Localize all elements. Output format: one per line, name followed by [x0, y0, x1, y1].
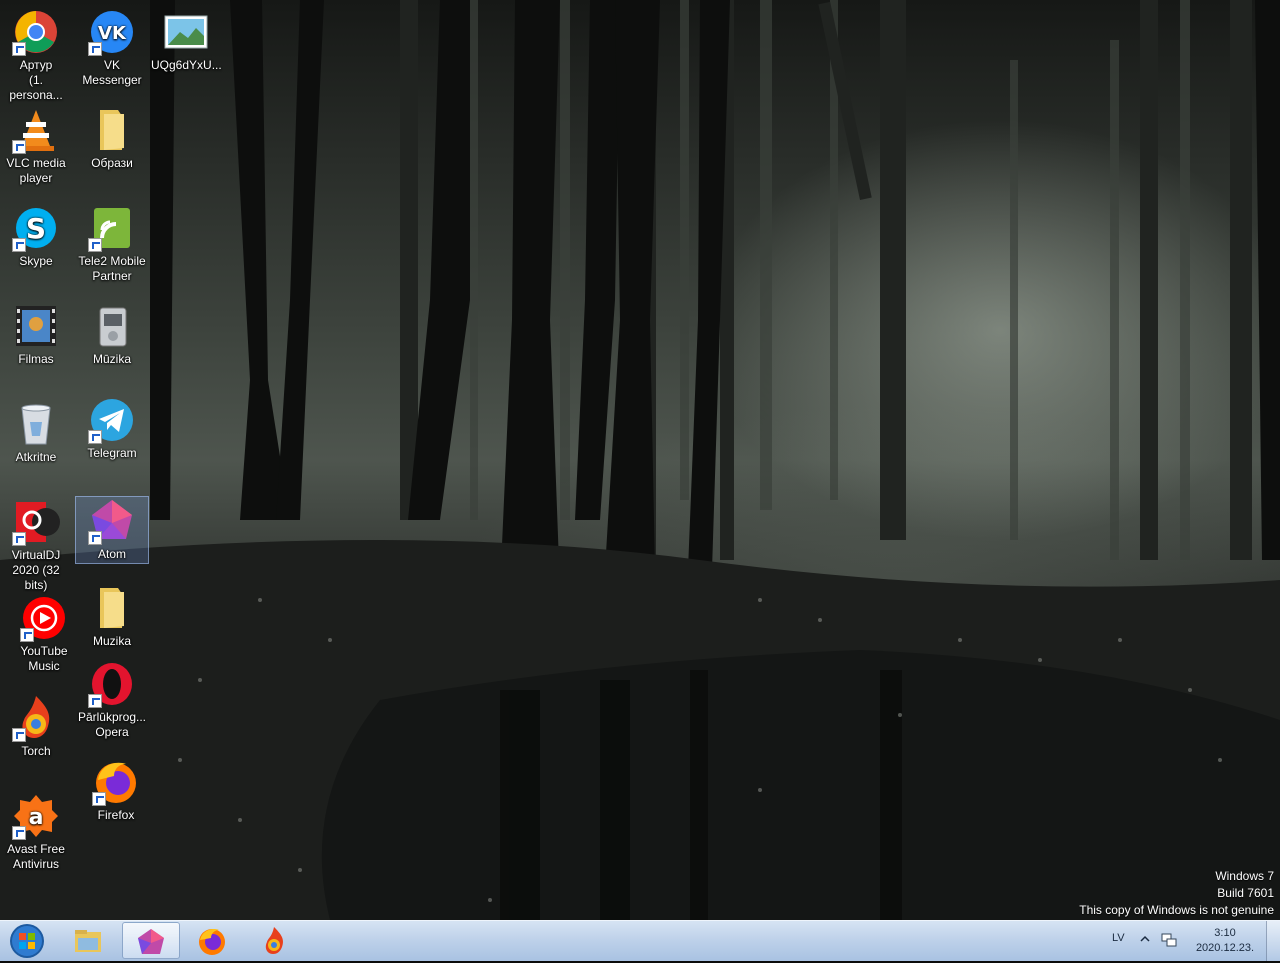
icon-label: Avast Free Antivirus	[7, 842, 65, 871]
icon-label: Filmas	[18, 352, 54, 366]
icon-label: Atkritne	[15, 450, 57, 464]
folder-icon	[100, 588, 124, 628]
desktop-icon-youtube-music[interactable]: YouTube Music	[8, 594, 80, 674]
music-device-icon	[99, 307, 127, 347]
network-icon[interactable]	[1160, 931, 1178, 949]
desktop-icon-tele2[interactable]: Tele2 Mobile Partner	[76, 204, 148, 284]
show-desktop-button[interactable]	[1266, 921, 1280, 961]
shortcut-arrow-icon	[12, 826, 26, 840]
shortcut-arrow-icon	[12, 140, 26, 154]
show-hidden-icons-icon[interactable]	[1140, 935, 1150, 943]
taskbar-torch[interactable]	[246, 922, 304, 959]
icon-label: Torch	[21, 744, 51, 758]
explorer-icon	[75, 930, 101, 952]
shortcut-arrow-icon	[88, 531, 102, 545]
desktop-icon-skype[interactable]: S Skype	[0, 204, 72, 269]
desktop-icon-recycle-bin[interactable]: Atkritne	[0, 400, 72, 465]
shortcut-arrow-icon	[88, 430, 102, 444]
desktop-icon-telegram[interactable]: Telegram	[76, 396, 148, 461]
torch-icon	[265, 927, 284, 954]
desktop-wallpaper	[0, 0, 1280, 920]
icon-label: Tele2 Mobile Partner	[78, 254, 146, 283]
system-clock[interactable]: 3:10 2020.12.23.	[1188, 926, 1262, 956]
shortcut-arrow-icon	[12, 532, 26, 546]
watermark-os: Windows 7	[1215, 869, 1274, 883]
desktop-icon-torch[interactable]: Torch	[0, 694, 72, 759]
shortcut-arrow-icon	[12, 238, 26, 252]
firefox-icon	[199, 929, 225, 955]
taskbar-firefox[interactable]	[184, 922, 242, 959]
icon-label: Atom	[97, 547, 126, 561]
icon-label: Образи	[91, 156, 133, 170]
watermark-notice: This copy of Windows is not genuine	[1079, 903, 1274, 917]
recycle-bin-icon	[21, 404, 51, 445]
desktop-icon-vk-messenger[interactable]: VK VK Messenger	[76, 8, 148, 88]
image-file-icon	[164, 15, 208, 49]
clock-time: 3:10	[1214, 927, 1236, 939]
clock-date: 2020.12.23.	[1195, 942, 1255, 954]
desktop-icon-chrome-profile[interactable]: Артур (1. persona...	[0, 8, 72, 103]
icon-label: VirtualDJ 2020 (32 bits)	[11, 548, 61, 592]
taskbar-atom[interactable]	[122, 922, 180, 959]
windows-genuine-watermark: Windows 7 Build 7601 This copy of Window…	[1079, 868, 1274, 919]
desktop-icon-muzika-folder[interactable]: Muzika	[76, 584, 148, 649]
svg-text:VK: VK	[98, 23, 127, 44]
shortcut-arrow-icon	[12, 42, 26, 56]
desktop-icon-atom[interactable]: Atom	[75, 496, 149, 564]
start-button[interactable]	[2, 922, 52, 960]
shortcut-arrow-icon	[88, 42, 102, 56]
desktop-icon-firefox[interactable]: Firefox	[80, 758, 152, 823]
icon-label: Firefox	[97, 808, 135, 822]
watermark-build: Build 7601	[1217, 886, 1274, 900]
icon-label: YouTube Music	[20, 644, 68, 673]
taskbar: LV 3:10 2020.12.23.	[0, 920, 1280, 961]
shortcut-arrow-icon	[88, 238, 102, 252]
atom-icon	[138, 929, 164, 954]
language-indicator[interactable]: LV	[1112, 932, 1125, 944]
desktop-icon-muzika-device[interactable]: Mūzika	[76, 302, 148, 367]
shortcut-arrow-icon	[20, 628, 34, 642]
icon-label: VLC media player	[6, 156, 66, 185]
desktop-icon-opera[interactable]: Pārlūkprog... Opera	[76, 660, 148, 740]
svg-text:S: S	[26, 212, 46, 245]
icon-label: Pārlūkprog... Opera	[77, 710, 147, 739]
desktop-icon-virtualdj[interactable]: VirtualDJ 2020 (32 bits)	[0, 498, 72, 593]
desktop-icon-image-file[interactable]: UQg6dYxU...	[150, 8, 222, 73]
desktop-icon-filmas[interactable]: Filmas	[0, 302, 72, 367]
taskbar-explorer[interactable]	[60, 922, 118, 959]
icon-label: Telegram	[87, 446, 137, 460]
film-folder-icon	[16, 306, 56, 346]
shortcut-arrow-icon	[12, 728, 26, 742]
icon-label: VK Messenger	[82, 58, 142, 87]
icon-label: Mūzika	[92, 352, 131, 366]
desktop-icon-obrazi-folder[interactable]: Образи	[76, 106, 148, 171]
icon-label: UQg6dYxU...	[151, 58, 222, 72]
desktop-icon-vlc[interactable]: VLC media player	[0, 106, 72, 186]
svg-text:a: a	[29, 805, 44, 830]
folder-icon	[100, 110, 124, 150]
shortcut-arrow-icon	[88, 694, 102, 708]
icon-label: Muzika	[92, 634, 131, 648]
shortcut-arrow-icon	[92, 792, 106, 806]
windows-orb-icon	[10, 924, 44, 958]
icon-label: Артур (1. persona...	[9, 58, 63, 102]
desktop-icon-avast[interactable]: a Avast Free Antivirus	[0, 792, 72, 872]
icon-label: Skype	[19, 254, 53, 268]
